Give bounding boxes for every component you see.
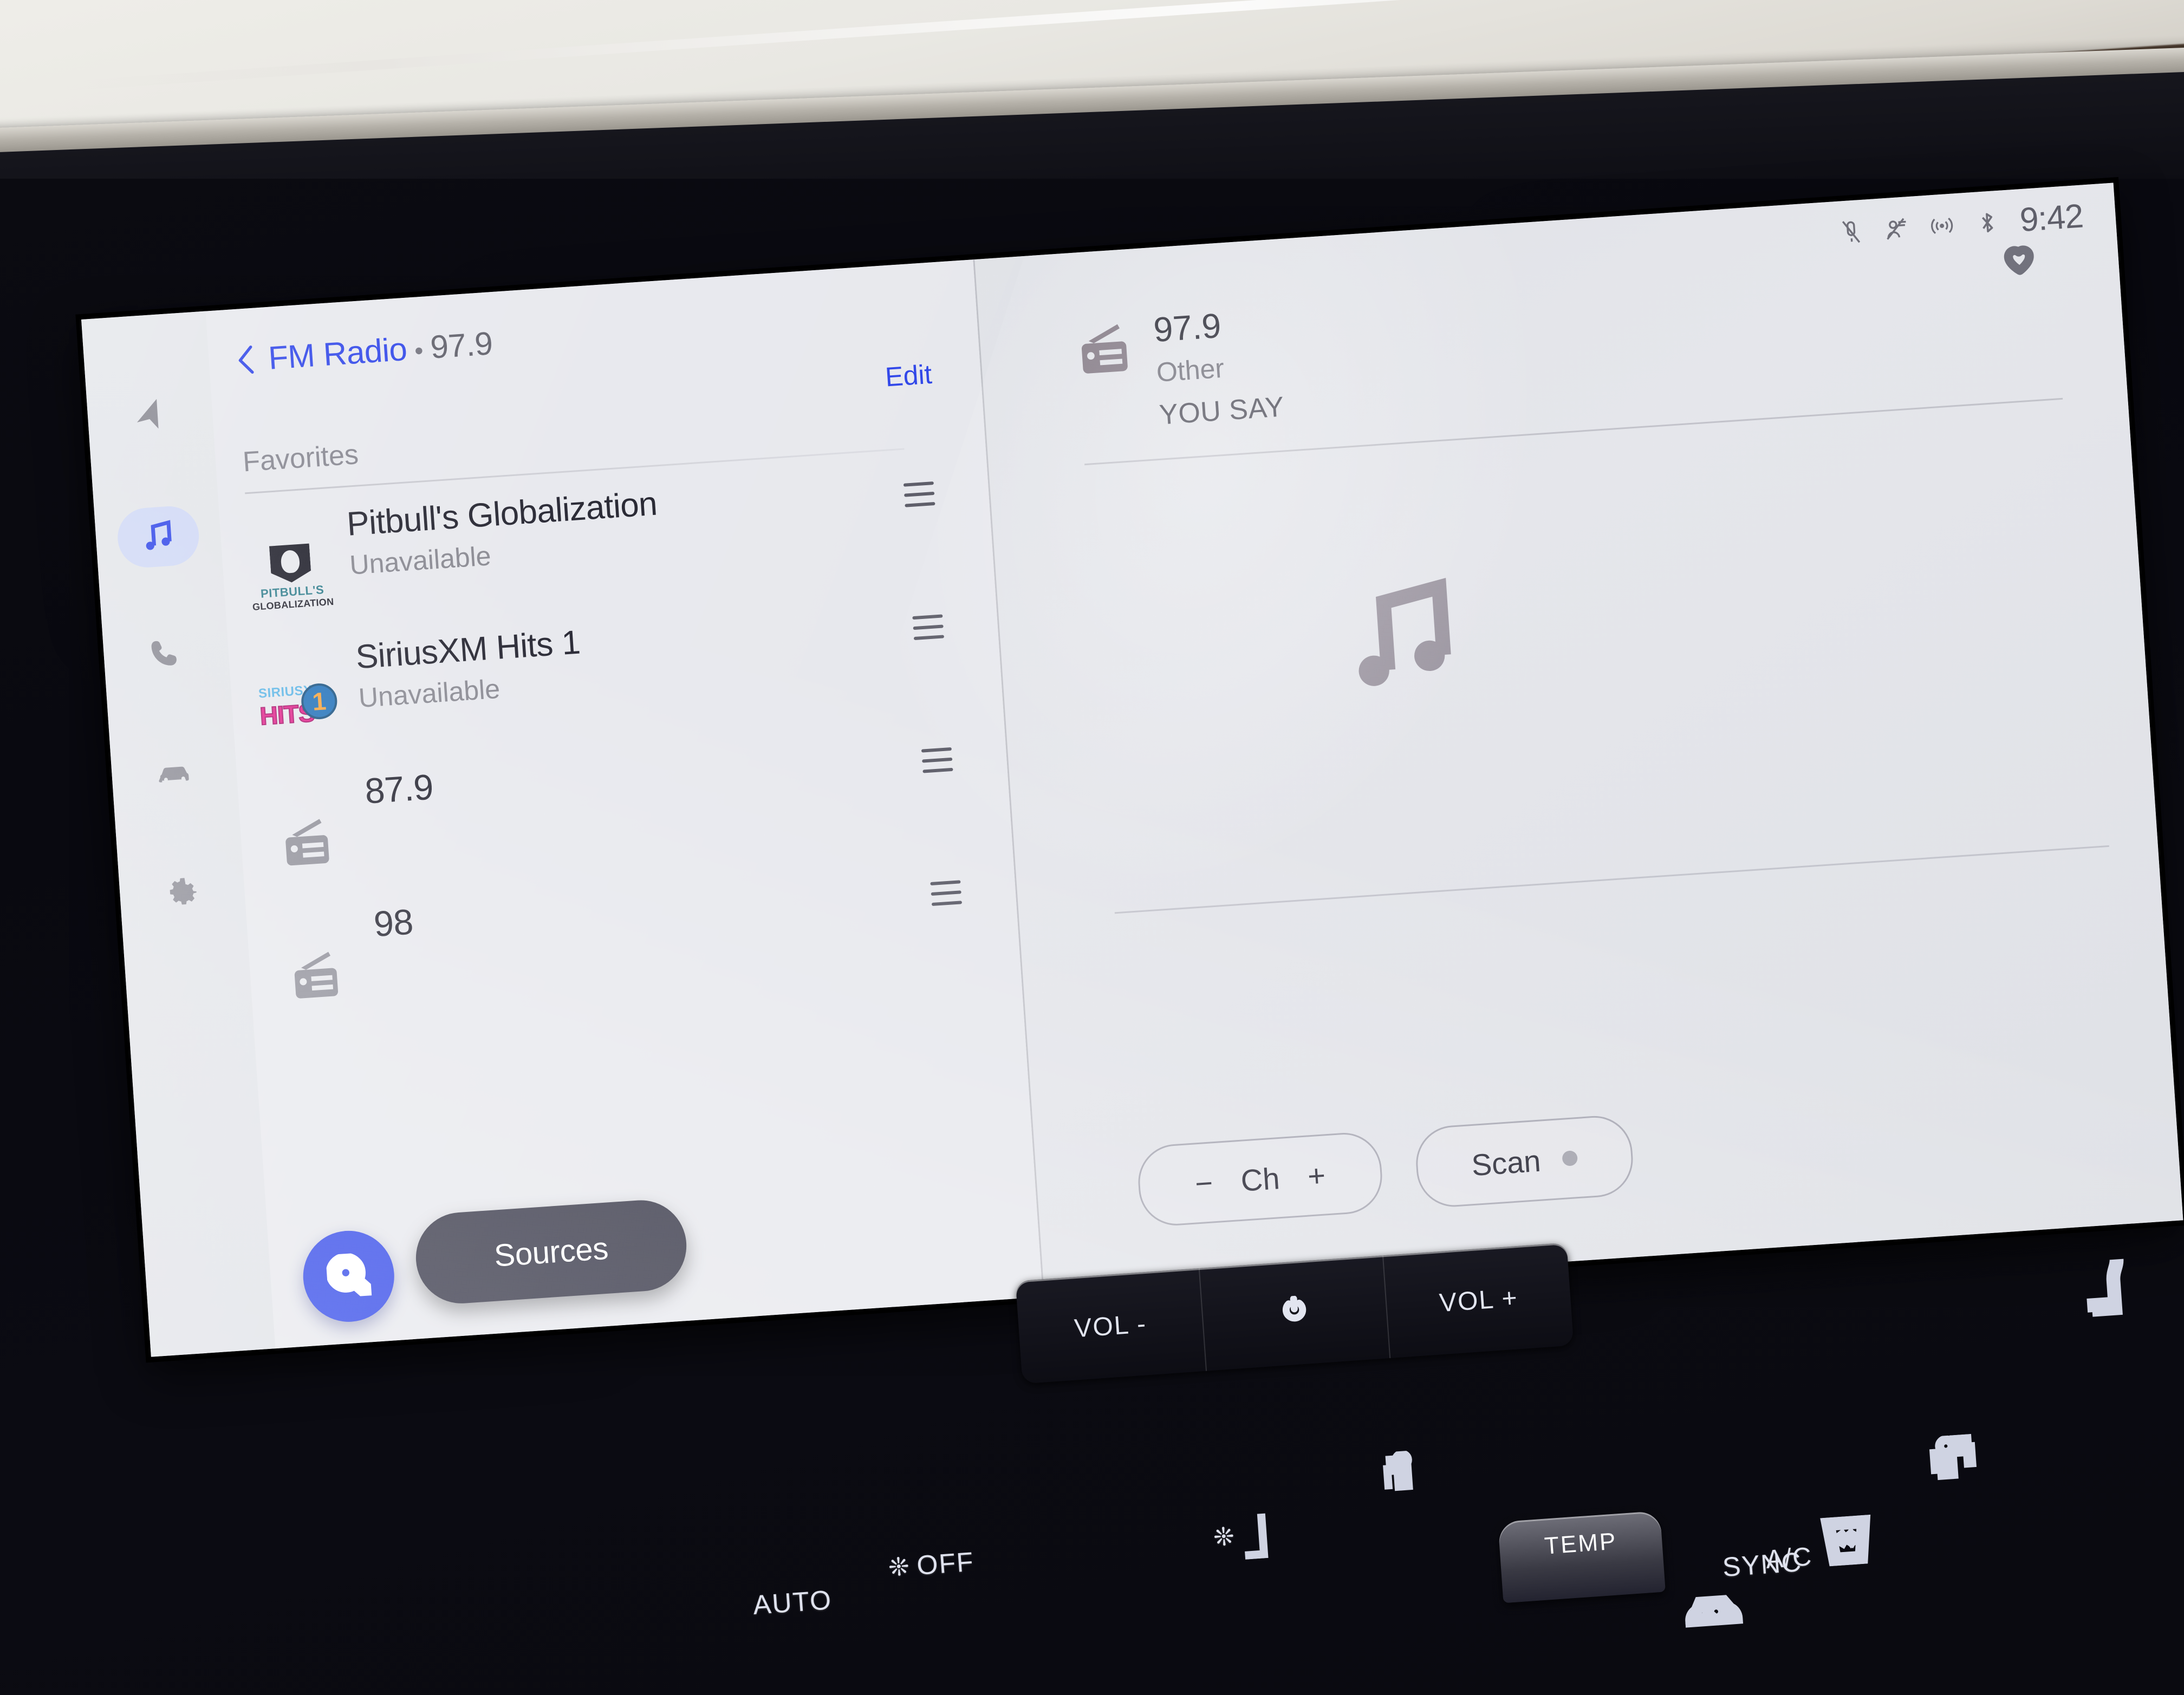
channel-stepper[interactable]: − Ch + [1136,1131,1384,1228]
music-note-icon [1339,691,1475,709]
fan-up-arrow-icon [1239,1509,1275,1560]
page-title-frequency: 97.9 [429,325,493,366]
channel-minus-button[interactable]: − [1194,1165,1214,1201]
gear-icon [162,872,203,915]
drag-handle-icon[interactable] [930,880,962,906]
sidebar-item-phone[interactable] [124,623,209,688]
sidebar-item-navigation[interactable] [108,386,193,451]
wireless-broadcast-icon [1928,212,1956,239]
sidebar-item-settings[interactable] [140,861,225,926]
drag-handle-icon[interactable] [903,481,935,507]
now-playing-category: Other [1155,349,1282,388]
volume-down-button[interactable]: VOL - [1016,1268,1207,1384]
scan-button[interactable]: Scan [1414,1113,1635,1209]
favorite-toggle-button[interactable] [2000,239,2038,277]
bluetooth-icon [1974,208,2001,236]
now-playing-panel: 97.9 Other YOU SAY − Ch + Sca [973,183,2183,1297]
rear-defrost-button[interactable] [1818,1515,1876,1570]
sync-label: SYNC [1721,1547,1803,1582]
music-note-icon [138,516,179,559]
volume-up-button[interactable]: VOL + [1383,1243,1574,1358]
controls-divider [1115,845,2109,914]
list-item-title: 87.9 [363,768,434,810]
drag-handle-icon[interactable] [921,747,953,773]
car-icon [154,753,194,797]
favorites-panel: FM Radio•97.9 Edit Favorites PITBULL'S G… [205,259,1043,1348]
fan-speed-up-button[interactable]: ❊ [1212,1509,1275,1561]
title-separator: • [406,336,432,366]
list-item-title: SiriusXM Hits 1 [355,625,581,675]
phone-icon [146,634,187,677]
fan-off-button[interactable]: ❊ OFF [887,1546,975,1583]
favorites-list: PITBULL'S GLOBALIZATION Pitbull's Global… [218,449,1022,1033]
driver-attention-off-icon [1883,215,1910,243]
sidebar-item-vehicle[interactable] [132,742,217,807]
now-playing-song: YOU SAY [1158,390,1285,431]
volume-up-label: VOL + [1438,1283,1519,1318]
temperature-knob[interactable]: TEMP [1498,1511,1666,1603]
navigation-arrow-icon [130,396,171,440]
heated-steering-wheel-button[interactable] [2078,1249,2131,1320]
sync-button[interactable]: SYNC [1721,1546,1803,1583]
sidebar-item-media[interactable] [116,504,201,569]
channel-plus-button[interactable]: + [1306,1157,1327,1194]
front-defrost-icon [1926,1433,1984,1491]
status-clock: 9:42 [2019,197,2084,240]
list-item-title: 98 [373,903,414,943]
fan-up-icon: ❊ [1212,1521,1236,1552]
siriusxm-hits-1-logo: SIRIUSXM HITS 1 [257,667,343,754]
radio-icon [266,800,353,886]
sources-label: Sources [493,1230,609,1274]
fan-off-label: OFF [916,1546,976,1581]
scan-status-dot [1562,1150,1578,1166]
chevron-left-icon[interactable] [235,344,256,375]
front-defrost-button[interactable] [1926,1433,1984,1494]
heated-steering-wheel-icon [2078,1249,2131,1318]
seat-airflow-icon [1374,1450,1426,1507]
edit-button[interactable]: Edit [884,358,933,393]
power-button[interactable] [1199,1255,1390,1371]
temp-label: TEMP [1544,1528,1618,1560]
now-playing-frequency: 97.9 [1153,304,1280,347]
infotainment-screen[interactable]: 9:42 [81,183,2183,1357]
drag-handle-icon[interactable] [912,614,944,640]
album-art-placeholder [1331,563,1475,707]
scan-label: Scan [1471,1143,1542,1182]
radio-icon [1075,318,1138,381]
recirculation-icon [1683,1585,1746,1634]
search-icon [326,1252,372,1301]
pitbulls-globalization-logo: PITBULL'S GLOBALIZATION [248,534,335,621]
power-icon [1279,1295,1310,1331]
recirculation-button[interactable] [1683,1585,1746,1637]
volume-down-label: VOL - [1074,1309,1148,1344]
seat-airflow-button[interactable] [1374,1450,1426,1510]
search-button[interactable] [300,1228,397,1325]
mic-mute-icon [1837,218,1865,245]
channel-label: Ch [1240,1161,1281,1198]
radio-icon [275,933,362,1020]
rear-defrost-icon [1818,1515,1876,1567]
playback-controls: − Ch + Scan [1136,1113,1635,1228]
list-item-status: Unavailable [358,668,584,714]
auto-climate-button[interactable]: AUTO [752,1584,833,1621]
fan-off-icon: ❊ [887,1551,911,1582]
sources-button[interactable]: Sources [413,1197,689,1306]
dashboard-photo: 9:42 [0,0,2184,1638]
auto-label: AUTO [752,1585,833,1620]
